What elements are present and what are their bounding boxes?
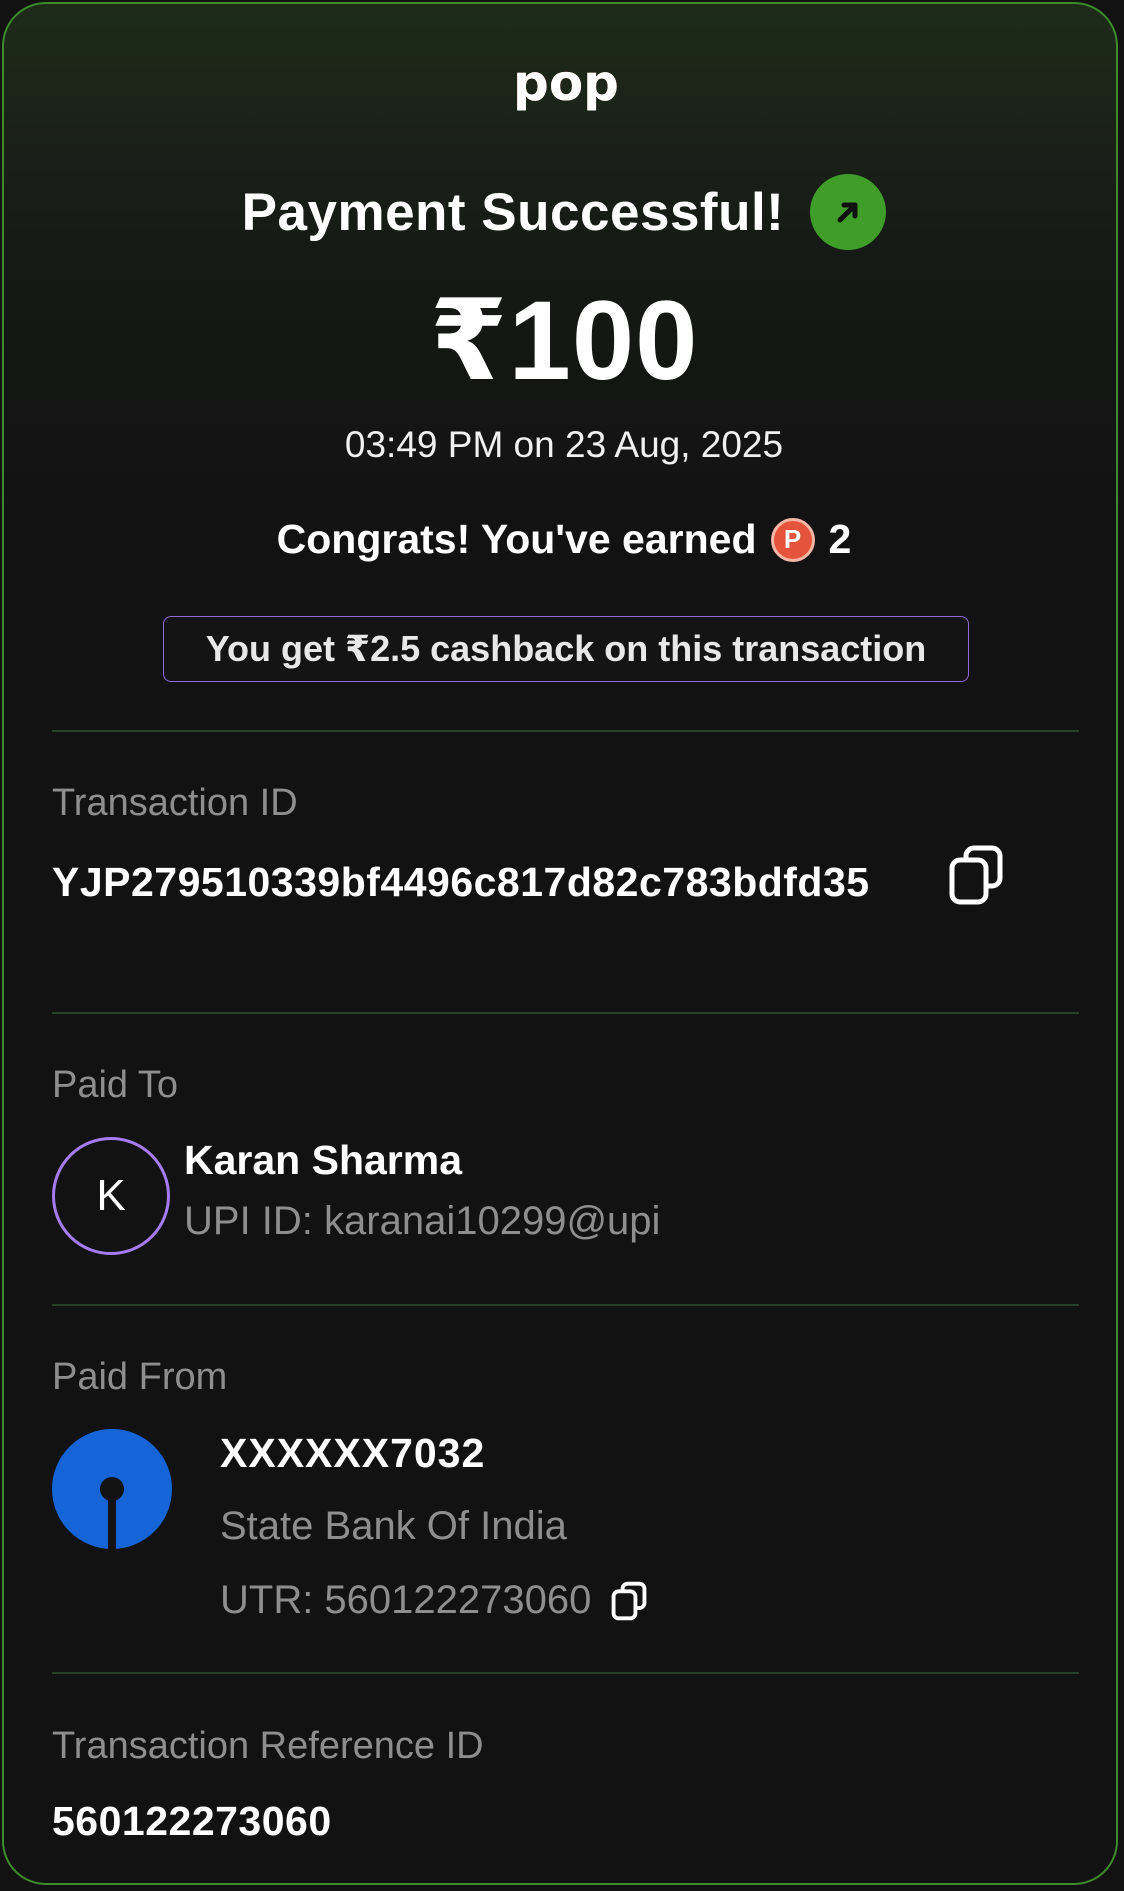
- divider: [52, 730, 1079, 732]
- payee-upi-id: UPI ID: karanai10299@upi: [184, 1199, 661, 1243]
- pop-logo: pop pop: [513, 54, 619, 112]
- paid-to-label: Paid To: [52, 1064, 179, 1106]
- cashback-banner: You get ₹2.5 cashback on this transactio…: [163, 616, 969, 682]
- sbi-bank-logo-icon: [52, 1429, 172, 1549]
- reward-count: 2: [828, 516, 852, 562]
- divider: [52, 1304, 1079, 1306]
- reward-text: Congrats! You've earned: [276, 516, 757, 562]
- utr-value: UTR: 560122273060: [220, 1578, 592, 1622]
- copy-icon[interactable]: [611, 1581, 647, 1621]
- divider: [52, 1012, 1079, 1014]
- bank-name: State Bank Of India: [220, 1504, 567, 1548]
- account-number: XXXXXX7032: [220, 1430, 486, 1476]
- paid-from-label: Paid From: [52, 1356, 228, 1398]
- payment-amount: ₹100: [429, 278, 699, 403]
- utr-row: UTR: 560122273060: [220, 1578, 647, 1623]
- coin-symbol: P: [783, 524, 802, 554]
- reward-row: Congrats! You've earned P 2: [4, 516, 1116, 563]
- divider: [52, 1672, 1079, 1674]
- success-title-row: Payment Successful!: [4, 174, 1116, 250]
- payment-datetime: 03:49 PM on 23 Aug, 2025: [344, 424, 784, 465]
- payment-receipt-card: pop pop Payment Successful! ₹100 03:49 P…: [2, 2, 1118, 1885]
- reference-id-label: Transaction Reference ID: [52, 1725, 484, 1767]
- reference-id-value: 560122273060: [52, 1798, 332, 1844]
- copy-icon[interactable]: [948, 844, 1004, 906]
- pop-coin-icon: P: [770, 517, 815, 562]
- page-title: Payment Successful!: [241, 182, 785, 242]
- transaction-id-value: YJP279510339bf4496c817d82c783bdfd35: [52, 859, 870, 905]
- payee-name: Karan Sharma: [184, 1137, 463, 1183]
- transaction-id-label: Transaction ID: [52, 782, 298, 824]
- avatar: K: [52, 1137, 170, 1255]
- arrow-up-right-icon: [810, 174, 887, 250]
